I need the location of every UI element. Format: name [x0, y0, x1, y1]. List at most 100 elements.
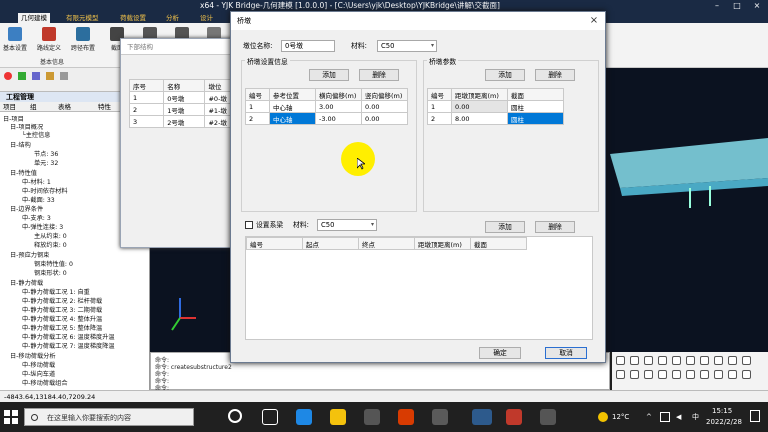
volume-icon[interactable]: ◀ — [676, 412, 681, 422]
close-icon[interactable]: × — [587, 14, 601, 28]
view-icon[interactable] — [672, 356, 681, 365]
app-icon[interactable] — [540, 409, 556, 425]
view-icon[interactable] — [658, 370, 667, 379]
tree-item[interactable]: └主控信息 — [22, 132, 50, 140]
table-row[interactable]: 1 中心轴 3.00 0.00 — [245, 100, 408, 113]
record-app-icon[interactable] — [506, 409, 522, 425]
tie-material-select[interactable]: C50 ▾ — [317, 219, 377, 231]
span-layout-button[interactable]: 跨径布置 — [70, 25, 96, 55]
app-icon[interactable] — [432, 409, 448, 425]
cancel-button[interactable]: 取消 — [545, 347, 587, 359]
view-icon[interactable] — [742, 356, 751, 365]
add-tie-button[interactable]: 添加 — [485, 221, 525, 233]
view-icon[interactable] — [644, 370, 653, 379]
delete-layout-button[interactable]: 删除 — [359, 69, 399, 81]
tree-item[interactable]: 中-弹性连接: 3 — [22, 224, 63, 232]
material-select[interactable]: C50 ▾ — [377, 40, 437, 52]
tree-item[interactable]: 中-静力荷载工况 4: 整体升温 — [22, 316, 102, 324]
tree-item[interactable]: 钢束特性值: 0 — [34, 261, 73, 269]
store-icon[interactable] — [364, 409, 380, 425]
view-icon[interactable] — [658, 356, 667, 365]
tree-item[interactable]: 日-项目 — [3, 116, 24, 124]
tree-item[interactable]: 中-移动荷载组合 — [22, 380, 68, 388]
pier-name-field[interactable]: 0号墩 — [281, 40, 335, 52]
zoom-icon[interactable] — [46, 72, 54, 80]
view-icon[interactable] — [700, 356, 709, 365]
tree-item[interactable]: 中-纵向车道 — [22, 371, 55, 379]
tree-item[interactable]: 中-静力荷载工况 2: 栏杆荷载 — [22, 298, 102, 306]
tab-property[interactable]: 特性 — [98, 102, 111, 112]
view-icon[interactable] — [714, 356, 723, 365]
tab-project[interactable]: 项目 — [3, 102, 16, 112]
view-icon[interactable] — [630, 356, 639, 365]
tab-load-settings[interactable]: 荷载设置 — [120, 13, 146, 23]
tree-item[interactable]: 日-移动荷载分析 — [10, 353, 56, 361]
tab-group[interactable]: 组 — [30, 102, 37, 112]
tree-item[interactable]: 中-材料: 1 — [22, 179, 51, 187]
tray-chevron-icon[interactable]: ^ — [646, 412, 652, 422]
table-row[interactable]: 2 8.00 圆柱 — [427, 112, 564, 125]
view-icon[interactable] — [686, 356, 695, 365]
tree-item[interactable]: 日-边界条件 — [10, 206, 43, 214]
delete-param-button[interactable]: 删除 — [535, 69, 575, 81]
tree-item[interactable]: 日-结构 — [10, 142, 31, 150]
minimize-button[interactable]: – — [708, 0, 726, 12]
weather-icon[interactable] — [598, 412, 608, 422]
ime-indicator[interactable]: 中 — [692, 412, 699, 422]
powerpoint-icon[interactable] — [398, 409, 414, 425]
tab-table[interactable]: 表格 — [58, 102, 71, 112]
tree-item[interactable]: 中-静力荷载工况 7: 温度梯度降温 — [22, 343, 115, 351]
view-icon[interactable] — [616, 356, 625, 365]
taskbar-search-input[interactable]: 在这里输入你要搜索的内容 — [24, 408, 194, 426]
view-icon[interactable] — [714, 370, 723, 379]
table-row[interactable]: 1 0.00 圆柱 — [427, 100, 564, 113]
network-icon[interactable] — [660, 412, 670, 422]
tree-item[interactable]: 中-截面: 33 — [22, 197, 55, 205]
tree-item[interactable]: 中-支承: 3 — [22, 215, 51, 223]
view-icon[interactable] — [742, 370, 751, 379]
view-icon[interactable] — [728, 370, 737, 379]
edge-icon[interactable] — [296, 409, 312, 425]
close-window-button[interactable]: × — [748, 0, 766, 12]
tab-design[interactable]: 设计 — [200, 13, 213, 23]
tab-geometry[interactable]: 几何建模 — [18, 13, 50, 23]
notification-icon[interactable] — [750, 410, 760, 422]
basic-settings-button[interactable]: 基本设置 — [2, 25, 28, 55]
delete-tie-button[interactable]: 删除 — [535, 221, 575, 233]
tie-beam-table-area[interactable]: 编号 起点 终点 距墩顶距离(m) 截面 — [245, 236, 593, 340]
file-explorer-icon[interactable] — [330, 409, 346, 425]
plus-icon[interactable] — [18, 72, 26, 80]
tie-beam-checkbox[interactable] — [245, 221, 253, 229]
tree-item[interactable]: 中-静力荷载工况 3: 二期荷载 — [22, 307, 102, 315]
view-icon[interactable] — [672, 370, 681, 379]
tree-item[interactable]: 日-静力荷载 — [10, 280, 43, 288]
tree-item[interactable]: 日-预应力钢束 — [10, 252, 49, 260]
view-icon[interactable] — [686, 370, 695, 379]
tree-item[interactable]: 主从约束: 0 — [34, 233, 67, 241]
stop-icon[interactable] — [4, 72, 12, 80]
view-icon[interactable] — [700, 370, 709, 379]
ok-button[interactable]: 确定 — [479, 347, 521, 359]
view-icon[interactable] — [616, 370, 625, 379]
tree-item[interactable]: 中-静力荷载工况 5: 整体降温 — [22, 325, 102, 333]
cursor-icon[interactable] — [32, 72, 40, 80]
view-icon[interactable] — [630, 370, 639, 379]
add-layout-button[interactable]: 添加 — [309, 69, 349, 81]
tree-item[interactable]: 日-特性值 — [10, 170, 37, 178]
tab-fem-model[interactable]: 有限元模型 — [66, 13, 99, 23]
route-definition-button[interactable]: 路线定义 — [36, 25, 62, 55]
yjk-app-icon[interactable] — [472, 409, 492, 425]
tree-item[interactable]: 钢束形状: 0 — [34, 270, 67, 278]
add-param-button[interactable]: 添加 — [485, 69, 525, 81]
task-view-icon[interactable] — [262, 409, 278, 425]
tree-item[interactable]: 中-静力荷载工况 1: 自重 — [22, 289, 90, 297]
tree-item[interactable]: 中-静力荷载工况 6: 温度梯度升温 — [22, 334, 115, 342]
windows-start-icon[interactable] — [4, 410, 18, 424]
select-icon[interactable] — [60, 72, 68, 80]
maximize-button[interactable]: □ — [728, 0, 746, 12]
tree-item[interactable]: 中-移动荷载 — [22, 362, 55, 370]
cortana-icon[interactable] — [228, 409, 242, 423]
table-row[interactable]: 2 中心轴 -3.00 0.00 — [245, 112, 408, 125]
tree-item[interactable]: 释放约束: 0 — [34, 242, 67, 250]
view-icon[interactable] — [644, 356, 653, 365]
